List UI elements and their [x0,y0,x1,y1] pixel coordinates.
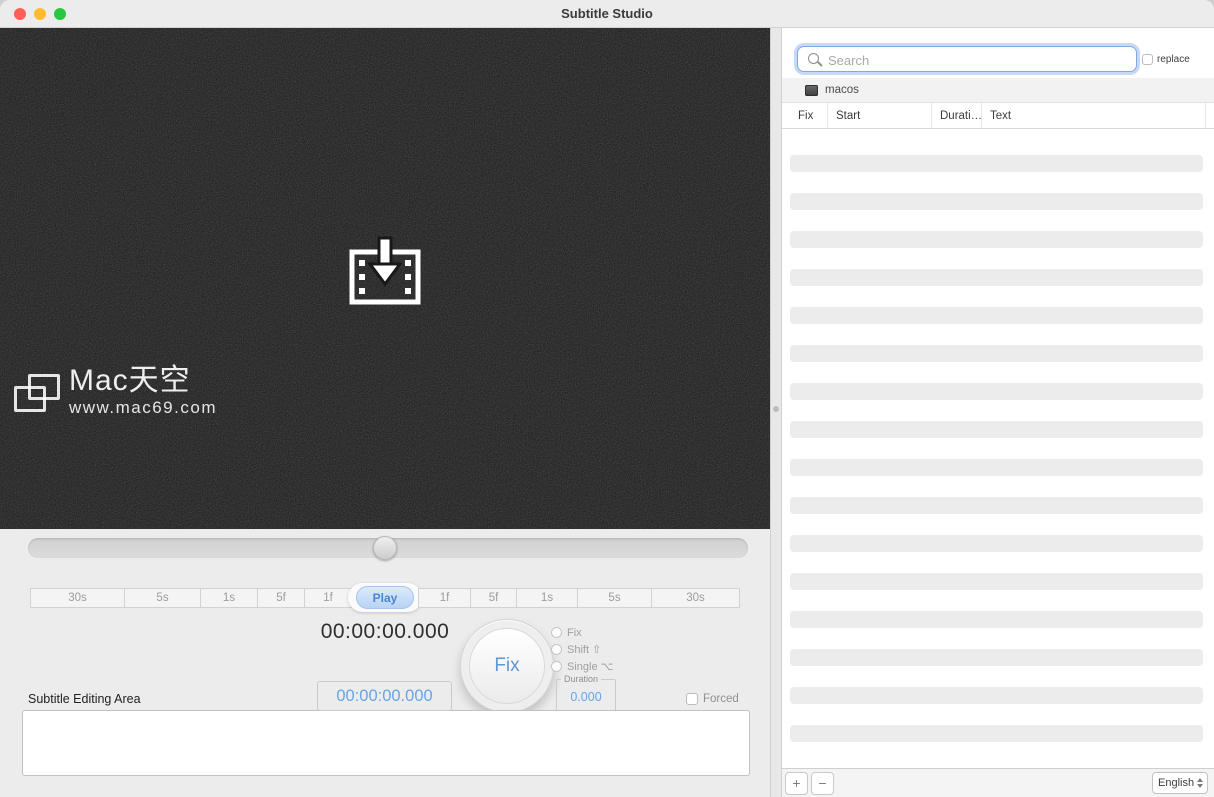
watermark-logo-icon [12,372,60,416]
table-row[interactable] [790,687,1203,704]
mode-label-fix: Fix [567,627,582,639]
split-divider [770,28,782,797]
app-window: Subtitle Studio Mac天空 www.mac69.com [0,0,1214,797]
mode-label-shift: Shift ⇧ [567,643,601,656]
column-header-fix[interactable]: Fix [790,103,828,128]
replace-checkbox-group: replace [1142,54,1190,65]
table-row[interactable] [790,307,1203,324]
add-row-button[interactable]: + [785,772,808,795]
seek-back-5s-button[interactable]: 5s [124,588,200,608]
current-timecode: 00:00:00.000 [295,620,475,644]
seek-back-group: 30s 5s 1s 5f 1f [30,588,352,608]
seek-forward-5s-button[interactable]: 5s [577,588,651,608]
table-body [782,129,1214,768]
table-row[interactable] [790,421,1203,438]
table-row[interactable] [790,611,1203,628]
table-header: Fix Start Durati… Text [782,103,1214,129]
watermark-title: Mac天空 [69,364,217,398]
forced-label: Forced [703,693,739,705]
language-select[interactable]: English [1152,772,1208,794]
subtitle-timecode: 00:00:00.000 [336,687,432,706]
replace-checkbox[interactable] [1142,54,1153,65]
seek-back-1f-button[interactable]: 1f [304,588,352,608]
column-header-text[interactable]: Text [982,103,1206,128]
split-handle[interactable] [773,406,779,412]
seek-back-30s-button[interactable]: 30s [30,588,124,608]
fix-button[interactable]: Fix [460,619,554,713]
play-button[interactable]: Play [356,586,414,609]
import-video-icon [346,236,424,308]
replace-label: replace [1157,54,1190,65]
subtitle-panel: replace macos Fix Start Durati… Text + −… [782,28,1214,797]
mode-radio-shift[interactable] [551,644,562,655]
mode-label-single: Single ⌥ [567,660,613,673]
zoom-button[interactable] [54,8,66,20]
seek-forward-group: 1f 5f 1s 5s 30s [418,588,740,608]
table-row[interactable] [790,383,1203,400]
watermark: Mac天空 www.mac69.com [12,364,217,418]
duration-group: Duration 0.000 [556,679,616,712]
table-row[interactable] [790,725,1203,742]
table-row[interactable] [790,649,1203,666]
table-row[interactable] [790,497,1203,514]
source-name: macos [825,84,859,96]
fix-button-label: Fix [469,628,545,704]
mode-radio-single[interactable] [551,661,562,672]
panel-footer: + − English [782,768,1214,797]
remove-row-button[interactable]: − [811,772,834,795]
table-row[interactable] [790,345,1203,362]
language-label: English [1158,777,1194,789]
subtitle-editor [22,710,750,776]
seek-forward-5f-button[interactable]: 5f [470,588,516,608]
seek-back-5f-button[interactable]: 5f [257,588,304,608]
table-row[interactable] [790,231,1203,248]
table-row[interactable] [790,573,1203,590]
table-row[interactable] [790,459,1203,476]
search-input[interactable] [826,48,1130,72]
forced-checkbox-group: Forced [684,693,741,705]
seek-forward-1f-button[interactable]: 1f [418,588,470,608]
seek-back-1s-button[interactable]: 1s [200,588,257,608]
subtitle-timecode-field[interactable]: 00:00:00.000 [317,681,452,711]
editor-area-label: Subtitle Editing Area [25,692,144,706]
titlebar: Subtitle Studio [0,0,1214,28]
window-title: Subtitle Studio [561,6,653,21]
table-row[interactable] [790,535,1203,552]
seek-forward-1s-button[interactable]: 1s [516,588,577,608]
table-row[interactable] [790,269,1203,286]
traffic-lights [14,8,66,20]
movie-file-icon [805,85,818,96]
duration-label: Duration [561,674,601,684]
minimize-button[interactable] [34,8,46,20]
updown-arrows-icon [1197,778,1203,788]
column-header-duration[interactable]: Durati… [932,103,982,128]
fix-mode-group: Fix Shift ⇧ Single ⌥ [551,624,613,675]
playback-slider-thumb[interactable] [373,536,397,560]
close-button[interactable] [14,8,26,20]
subtitle-text-input[interactable] [23,711,749,775]
mode-radio-fix[interactable] [551,627,562,638]
search-field[interactable] [797,46,1137,72]
source-item[interactable]: macos [782,78,1214,103]
playback-slider[interactable] [28,538,748,558]
watermark-url: www.mac69.com [69,398,217,418]
forced-checkbox[interactable] [686,693,698,705]
search-icon [808,53,819,64]
video-preview: Mac天空 www.mac69.com [0,28,770,529]
duration-value: 0.000 [557,690,615,704]
table-row[interactable] [790,155,1203,172]
seek-forward-30s-button[interactable]: 30s [651,588,740,608]
table-row[interactable] [790,193,1203,210]
column-header-start[interactable]: Start [828,103,932,128]
